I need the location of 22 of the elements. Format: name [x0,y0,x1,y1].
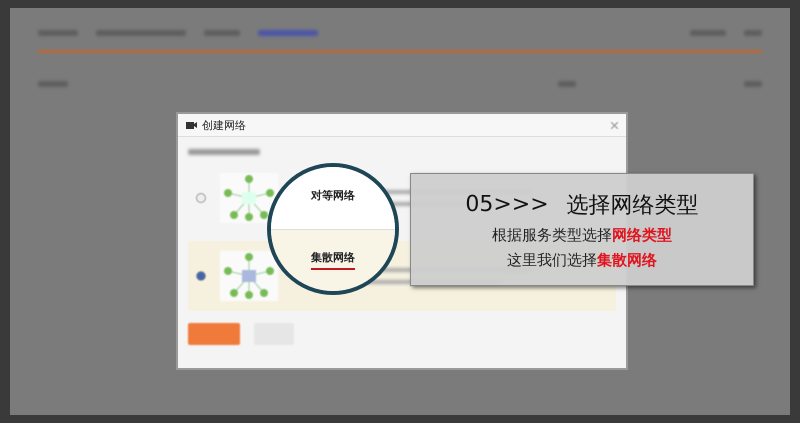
radio-button[interactable] [196,193,206,203]
close-icon[interactable] [611,122,618,128]
network-type-label: 集散网络 [311,250,355,270]
network-type-label: 对等网络 [311,188,355,204]
callout-text: 根据服务类型选择网络类型 [492,226,672,244]
step-number: 05>>> [465,192,549,217]
dialog-title: 创建网络 [202,118,246,132]
blurred-text [38,30,78,36]
blurred-text [690,30,726,36]
blurred-text [744,81,762,87]
blurred-text [38,81,68,87]
blurred-text [558,81,576,87]
blurred-link[interactable] [258,30,318,36]
callout-text: 这里我们选择集散网络 [507,250,657,270]
blurred-text [188,149,260,155]
blurred-text [204,30,240,36]
step-heading: 选择网络类型 [566,192,699,220]
blurred-dropdown[interactable] [96,30,186,36]
next-step-button[interactable] [188,323,240,345]
blurred-text [744,30,762,36]
radio-button[interactable] [196,271,206,281]
camera-icon [186,121,197,129]
